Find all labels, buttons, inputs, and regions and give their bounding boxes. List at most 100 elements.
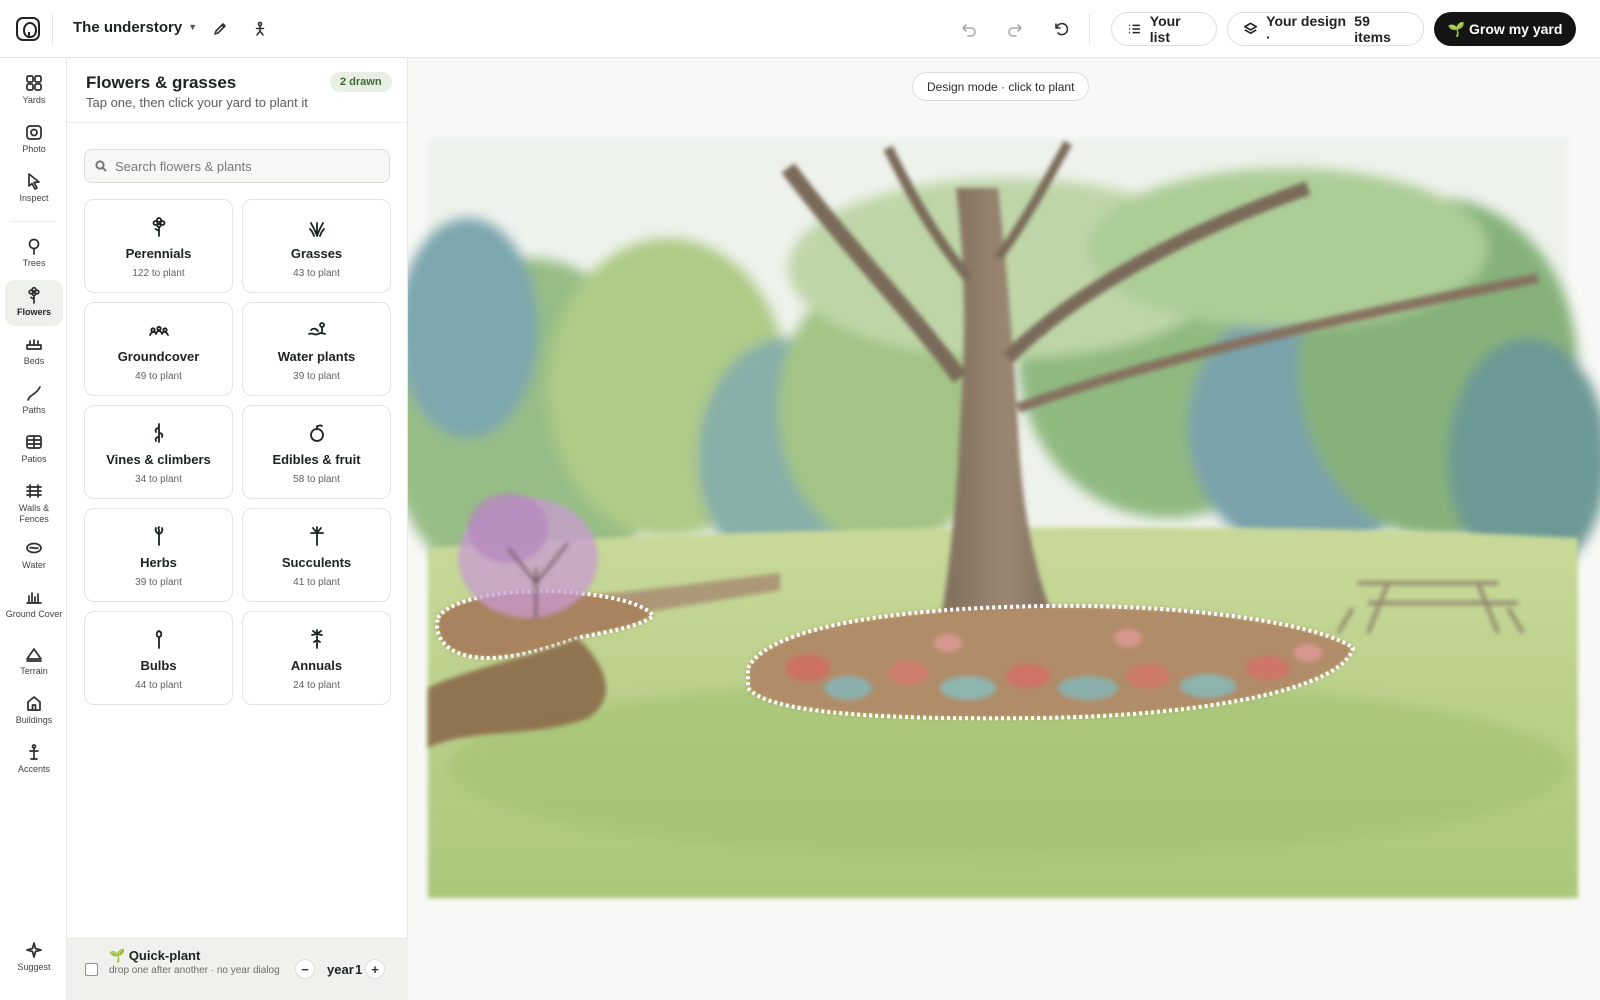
layers-icon (1244, 22, 1258, 35)
grass-icon (308, 222, 325, 237)
project-name: The underst⁣ory (73, 19, 183, 36)
vine-icon (154, 423, 163, 443)
rail-item-ground-cover[interactable]: Ground Cover (5, 582, 63, 632)
rail-label: Photo (22, 144, 46, 154)
reset-icon (1055, 22, 1069, 36)
category-count: 49 to plant (135, 371, 182, 382)
rail-item-beds[interactable]: Beds (5, 329, 63, 375)
redo-button[interactable] (1003, 17, 1027, 41)
rail-item-accents[interactable]: Accents (5, 737, 63, 783)
category-count: 41 to plant (293, 577, 340, 588)
quick-plant-subtitle: drop one after another · no year dialog (109, 965, 280, 976)
seedling-icon: 🌱 (109, 948, 126, 963)
category-name: Bulbs (140, 658, 177, 673)
rail-label: Accents (17, 764, 50, 774)
rail-item-suggest[interactable]: Suggest (5, 935, 63, 981)
search-icon (95, 160, 107, 172)
rail-item-photo[interactable]: Photo (5, 117, 63, 163)
category-name: Groundcover (117, 349, 200, 364)
year-label: year (327, 962, 354, 977)
divider (52, 14, 53, 44)
rail-separator (10, 221, 56, 222)
bulb-icon (155, 630, 162, 649)
building-icon (27, 696, 41, 711)
category-grasses[interactable]: Grasses 43 to plant (242, 199, 391, 293)
category-count: 24 to plant (293, 680, 340, 691)
year-decrement-button[interactable]: − (295, 959, 315, 979)
divider (67, 122, 408, 123)
herb-icon (154, 526, 163, 546)
rail-label: Walls & Fences (18, 503, 50, 524)
list-icon (1128, 24, 1140, 34)
year-increment-button[interactable]: + (365, 959, 385, 979)
project-switcher[interactable]: The underst⁣ory ▼ (73, 19, 197, 36)
catalog-panel: Flowers & grasses Tap one, then click yo… (67, 58, 408, 1000)
rail-item-terrain[interactable]: Terrain (5, 639, 63, 685)
category-perennials[interactable]: Perennials 122 to plant (84, 199, 233, 293)
rail-item-buildings[interactable]: Buildings (5, 688, 63, 734)
person-icon (255, 21, 265, 36)
category-edibles-fruit[interactable]: Edibles & fruit 58 to plant (242, 405, 391, 499)
year-value: 1 (355, 962, 363, 977)
rail-item-trees[interactable]: Trees (5, 231, 63, 277)
category-vines-climbers[interactable]: Vines & climbers 34 to plant (84, 405, 233, 499)
rail-item-flowers[interactable]: Flowers (5, 280, 63, 326)
rail-label: Patios (21, 454, 47, 464)
category-name: Water plants (277, 349, 356, 364)
quick-plant-bar: 🌱 Quick-plant drop one after another · n… (67, 938, 408, 1000)
category-herbs[interactable]: Herbs 39 to plant (84, 508, 233, 602)
category-annuals[interactable]: Annuals 24 to plant (242, 611, 391, 705)
your-list-button[interactable]: Your list (1111, 12, 1217, 46)
undo-button[interactable] (957, 17, 981, 41)
your-design-button[interactable]: Your design · 59 items (1227, 12, 1424, 46)
panel-subtitle: Tap one, then click your yard to plant i… (86, 95, 308, 110)
fruit-icon (309, 424, 324, 442)
tree-icon (28, 238, 40, 255)
grow-my-yard-button[interactable]: 🌱 Grow my yard (1434, 12, 1576, 46)
yard-canvas[interactable]: Design mode · click to plant (408, 58, 1600, 1000)
rail-label: Water (22, 560, 46, 570)
quick-plant-checkbox[interactable] (85, 963, 98, 976)
category-count: 34 to plant (135, 474, 182, 485)
search-input[interactable] (115, 158, 375, 174)
rail-item-water[interactable]: Water (5, 533, 63, 579)
tool-rail: Yards Photo Inspect Trees Flowers Beds P… (0, 58, 67, 1000)
water-plant-icon (307, 322, 326, 336)
succulent-icon (309, 526, 324, 546)
yard-illustration[interactable] (408, 128, 1600, 928)
rail-item-yards[interactable]: Yards (5, 68, 63, 114)
rail-item-walls-fences[interactable]: Walls & Fences (5, 476, 63, 526)
rail-item-inspect[interactable]: Inspect (5, 166, 63, 212)
category-count: 122 to plant (132, 268, 185, 279)
category-bulbs[interactable]: Bulbs 44 to plant (84, 611, 233, 705)
rail-label: Inspect (19, 193, 49, 203)
category-name: Perennials (125, 246, 192, 261)
rename-button[interactable] (208, 17, 232, 41)
category-count: 44 to plant (135, 680, 182, 691)
app-logo-icon[interactable] (16, 17, 40, 41)
rail-label: Buildings (15, 715, 53, 725)
category-groundcover[interactable]: Groundcover 49 to plant (84, 302, 233, 396)
your-design-count: 59 items (1354, 13, 1391, 45)
rail-label: Ground Cover (5, 609, 63, 619)
pencil-icon (214, 23, 226, 35)
inspect-person-button[interactable] (248, 17, 272, 41)
rail-item-patios[interactable]: Patios (5, 427, 63, 473)
path-icon (27, 386, 41, 401)
chevron-down-icon: ▼ (188, 22, 198, 32)
divider (1089, 14, 1090, 44)
rail-label: Suggest (17, 962, 51, 972)
quick-plant-label: Quick-plant (128, 948, 201, 963)
category-count: 39 to plant (135, 577, 182, 588)
drawn-count-badge: 2 drawn (330, 72, 392, 92)
accent-icon (29, 744, 39, 760)
grow-my-yard-label: Grow my yard (1469, 21, 1563, 37)
category-succulents[interactable]: Succulents 41 to plant (242, 508, 391, 602)
category-water-plants[interactable]: Water plants 39 to plant (242, 302, 391, 396)
search-box[interactable] (84, 149, 390, 183)
rail-item-paths[interactable]: Paths (5, 378, 63, 424)
rail-label: Trees (22, 258, 46, 268)
reset-button[interactable] (1049, 17, 1073, 41)
sparkle-icon (26, 942, 42, 958)
category-count: 58 to plant (293, 474, 340, 485)
